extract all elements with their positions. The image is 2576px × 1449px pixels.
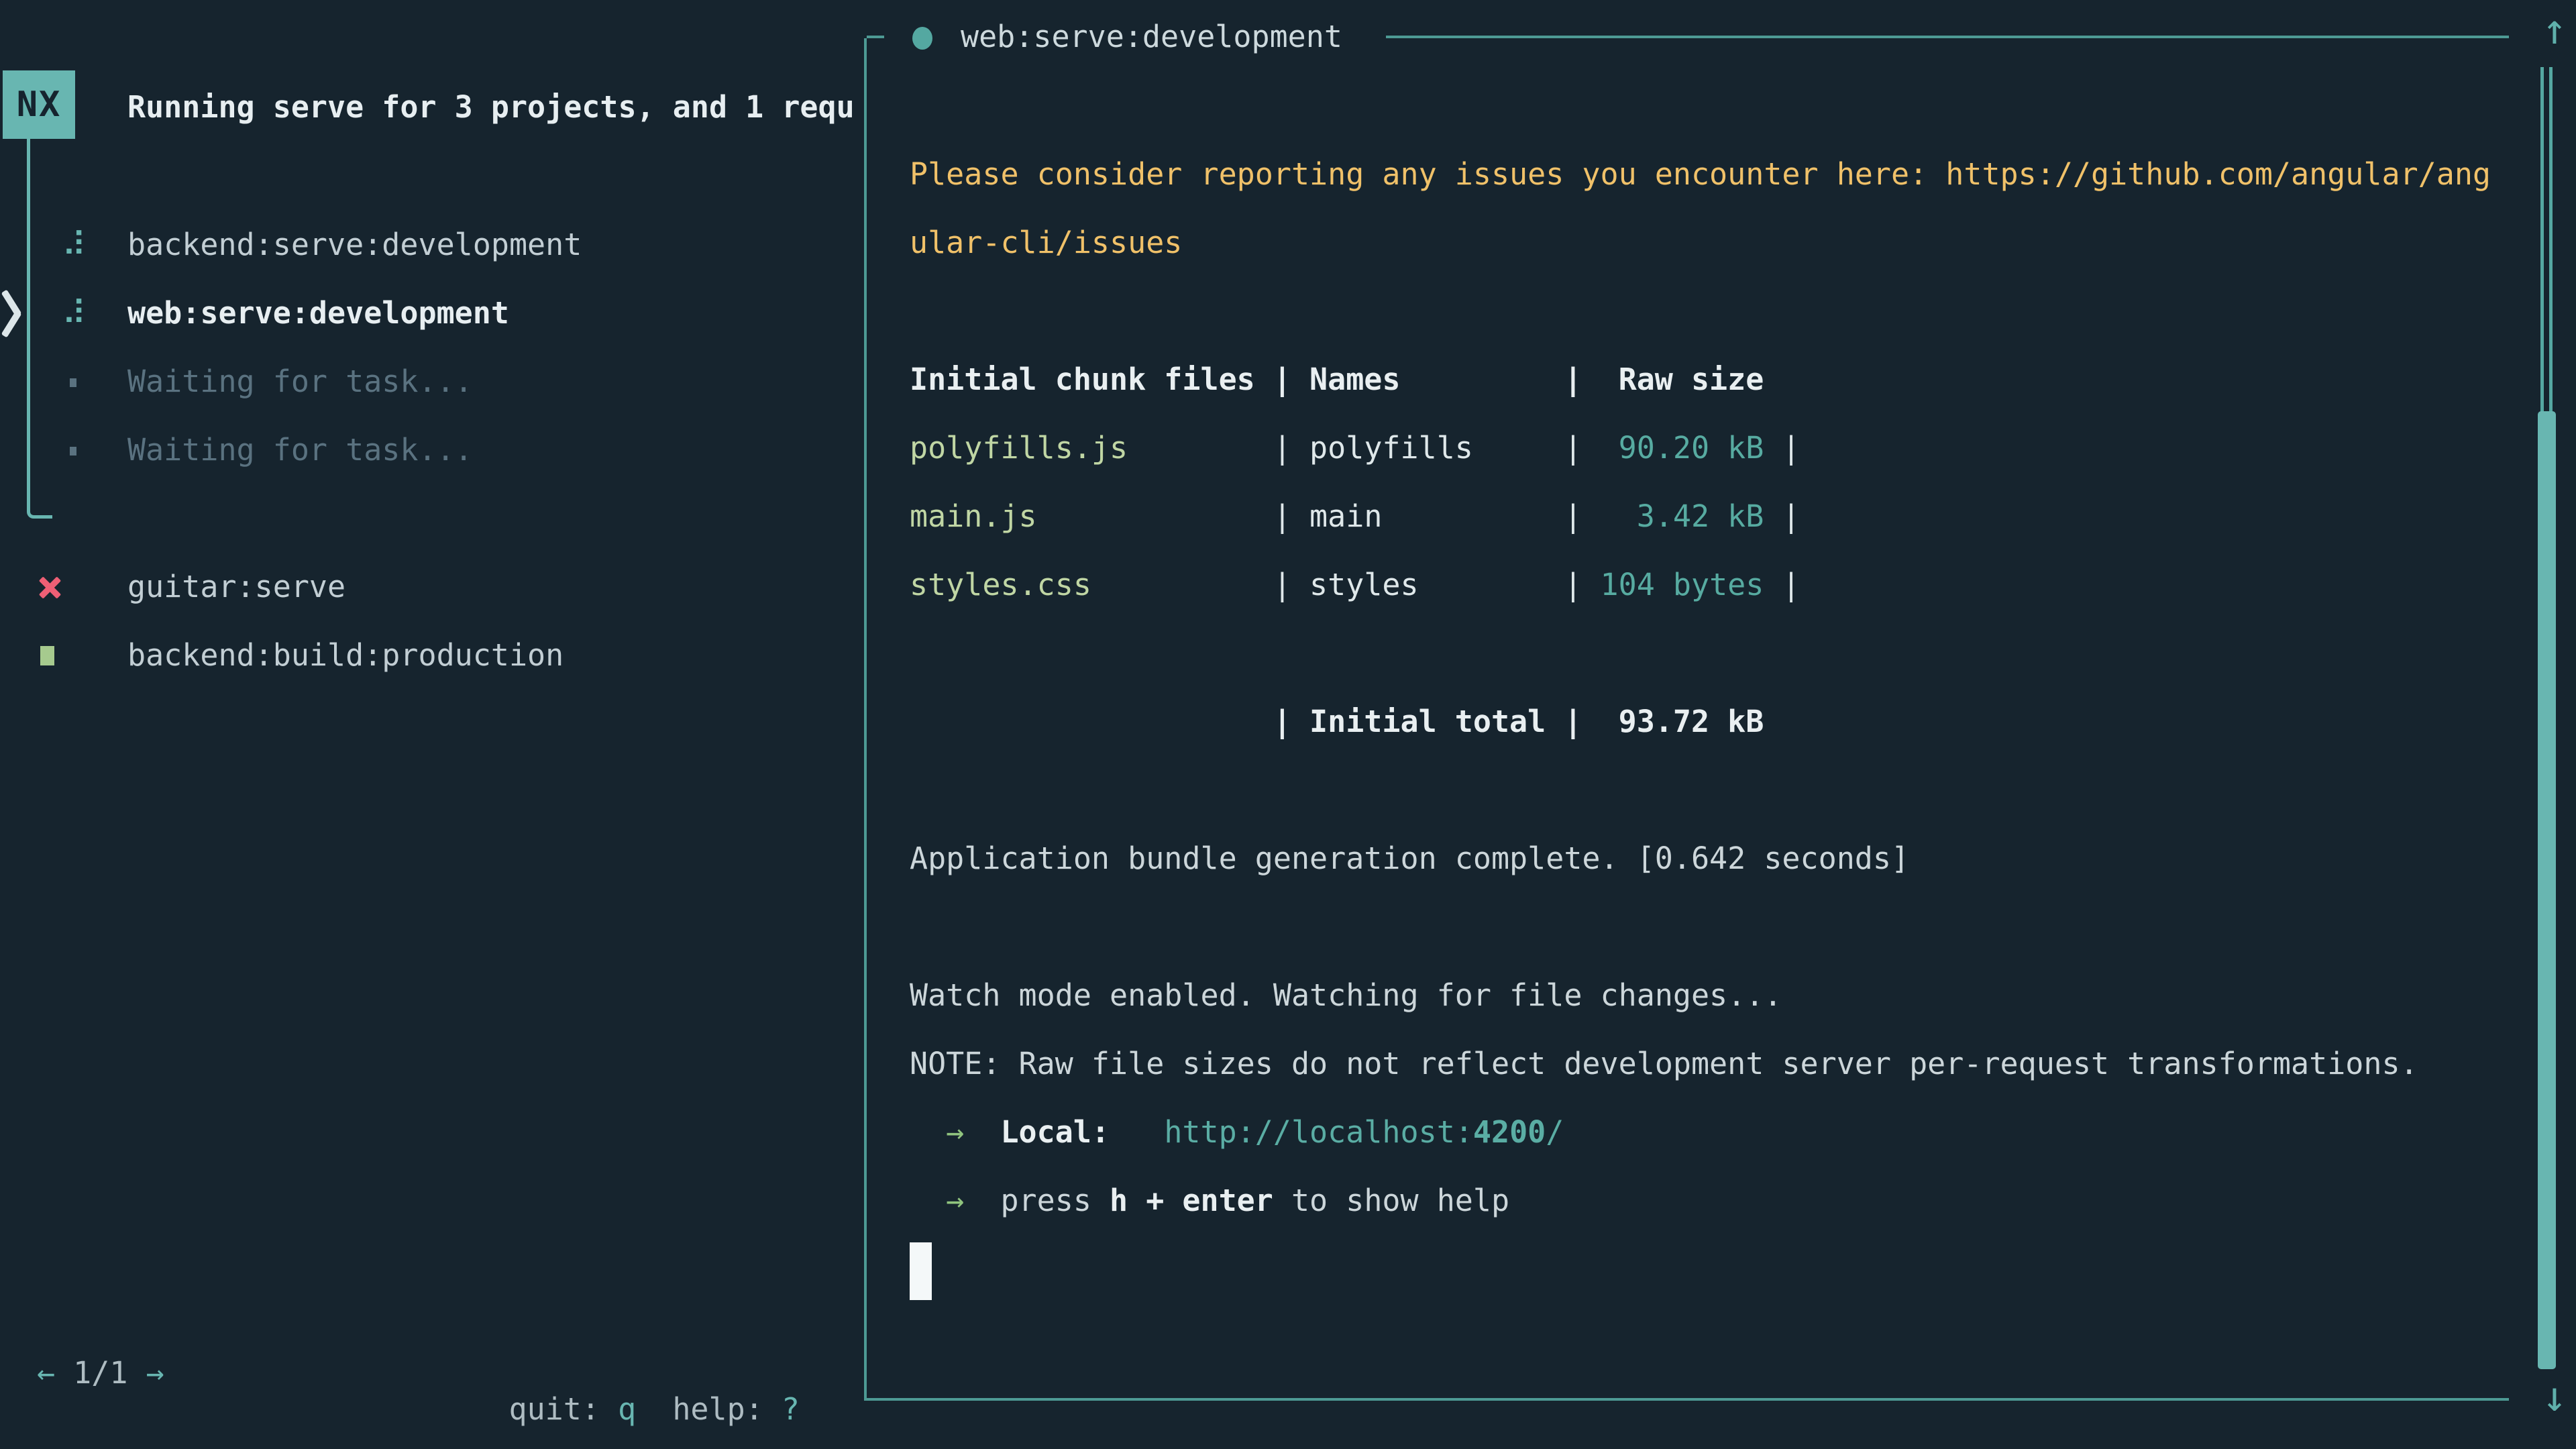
terminal-text: | (1764, 498, 1800, 534)
pager-prev-icon[interactable]: ← (37, 1355, 55, 1391)
scrollbar: ↑ ↓ (2529, 0, 2576, 1449)
terminal-line (910, 756, 2506, 824)
quit-hint-label: quit: (509, 1391, 619, 1427)
terminal-text: | main | (1273, 498, 1582, 534)
localhost-link[interactable]: 4200 (1473, 1114, 1546, 1150)
terminal-line (910, 619, 2506, 688)
task-list-spacer (0, 484, 864, 553)
scroll-up-icon[interactable]: ↑ (2534, 9, 2575, 50)
task-panel: NX Running serve for 3 projects, and 1 r… (0, 0, 864, 1449)
terminal-text: Watch mode enabled. Watching for file ch… (910, 977, 1782, 1013)
task-label: web:serve:development (127, 279, 509, 347)
terminal-line: Application bundle generation complete. … (910, 824, 2506, 893)
terminal-text: | (1764, 567, 1800, 602)
terminal-line: Please consider reporting any issues you… (910, 140, 2506, 209)
terminal-text: Local: (1000, 1114, 1110, 1150)
running-status-dot (912, 27, 932, 50)
spinner-icon: ⠼ (62, 211, 87, 279)
pager: ← 1/1 → (37, 1355, 164, 1391)
terminal-text: | polyfills | (1273, 430, 1582, 466)
output-panel-title: web:serve:development (961, 17, 1342, 56)
task-label: Waiting for task... (127, 347, 473, 416)
terminal-text: → (910, 1114, 1000, 1150)
localhost-link[interactable]: http://localhost: (1164, 1114, 1473, 1150)
terminal-line: Watch mode enabled. Watching for file ch… (910, 961, 2506, 1030)
scrollbar-thumb[interactable] (2538, 411, 2556, 1369)
terminal-line: → press h + enter to show help (910, 1167, 2506, 1235)
output-panel-border-top-stub (867, 36, 884, 38)
terminal-text: Initial chunk files | Names | Raw size (910, 362, 1764, 397)
terminal-line: styles.css | styles | 104 bytes | (910, 551, 2506, 619)
statusbar: ← 1/1 → quit: q help: ? (0, 1319, 864, 1355)
terminal-text: | styles | (1273, 567, 1582, 602)
terminal-line: ular-cli/issues (910, 209, 2506, 277)
task-label: guitar:serve (127, 553, 345, 621)
terminal-text: 3.42 kB (1582, 498, 1764, 534)
terminal-line (910, 277, 2506, 345)
keyboard-hints: quit: q help: ? (509, 1391, 800, 1428)
task-row[interactable]: ⠼ backend:serve:development (0, 211, 864, 279)
terminal-text: polyfills.js (910, 430, 1273, 466)
task-row[interactable]: Waiting for task... (0, 347, 864, 416)
selected-chevron-icon (1, 289, 28, 337)
terminal-line (910, 893, 2506, 961)
cross-icon (39, 577, 60, 598)
terminal-text: | (1764, 430, 1800, 466)
terminal-line: → Local: http://localhost:4200/ (910, 1098, 2506, 1167)
task-label: Waiting for task... (127, 416, 473, 484)
dot-icon (70, 378, 76, 387)
terminal-text: 90.20 kB (1582, 430, 1764, 466)
nx-logo: NX (3, 70, 75, 139)
terminal-output: Please consider reporting any issues you… (910, 140, 2506, 1303)
terminal-line: polyfills.js | polyfills | 90.20 kB | (910, 414, 2506, 482)
pager-next-icon[interactable]: → (146, 1355, 164, 1391)
terminal-text: → (910, 1183, 1000, 1218)
terminal-text: to show help (1273, 1183, 1509, 1218)
task-row[interactable]: backend:build:production (0, 621, 864, 690)
output-panel-border-top (1386, 36, 2509, 38)
terminal-text: h + enter (1110, 1183, 1273, 1218)
task-row[interactable]: Waiting for task... (0, 416, 864, 484)
dot-icon (70, 447, 76, 455)
terminal-text (1110, 1114, 1164, 1150)
terminal-line: NOTE: Raw file sizes do not reflect deve… (910, 1030, 2506, 1098)
task-row[interactable]: guitar:serve (0, 553, 864, 621)
help-key: ? (782, 1391, 800, 1427)
quit-key: q (618, 1391, 636, 1427)
scrollbar-track[interactable] (2540, 67, 2553, 413)
terminal-line: main.js | main | 3.42 kB | (910, 482, 2506, 551)
hint-separator (636, 1391, 672, 1427)
terminal-text: ular-cli/issues (910, 225, 1182, 260)
pager-count: 1/1 (55, 1355, 146, 1391)
terminal-line (910, 1235, 2506, 1303)
terminal-text: press (1000, 1183, 1110, 1218)
terminal-text: 104 bytes (1582, 567, 1764, 602)
task-list: ⠼ backend:serve:development ⠼ web:serve:dev… (0, 211, 864, 690)
task-row[interactable]: ⠼ web:serve:development (0, 279, 864, 347)
terminal-text: styles.css (910, 567, 1273, 602)
square-icon (40, 646, 54, 665)
terminal-text: Please consider reporting any issues you… (910, 156, 2491, 192)
task-label: backend:serve:development (127, 211, 582, 279)
app-title: Running serve for 3 projects, and 1 requ (127, 88, 864, 127)
terminal-text: 93.72 kB (1582, 704, 1764, 739)
task-label: backend:build:production (127, 621, 564, 690)
terminal-text: NOTE: Raw file sizes do not reflect deve… (910, 1046, 2418, 1081)
terminal-cursor (910, 1242, 932, 1300)
terminal-line: Initial chunk files | Names | Raw size (910, 345, 2506, 414)
terminal-text: Application bundle generation complete. … (910, 841, 1909, 876)
localhost-link[interactable]: / (1546, 1114, 1564, 1150)
output-panel: web:serve:development Please consider re… (864, 38, 2509, 1401)
terminal-text: | Initial total | (910, 704, 1582, 739)
terminal-text: main.js (910, 498, 1273, 534)
help-hint-label: help: (672, 1391, 782, 1427)
terminal-line: | Initial total | 93.72 kB (910, 688, 2506, 756)
scroll-down-icon[interactable]: ↓ (2534, 1377, 2575, 1417)
spinner-icon: ⠼ (62, 279, 87, 347)
